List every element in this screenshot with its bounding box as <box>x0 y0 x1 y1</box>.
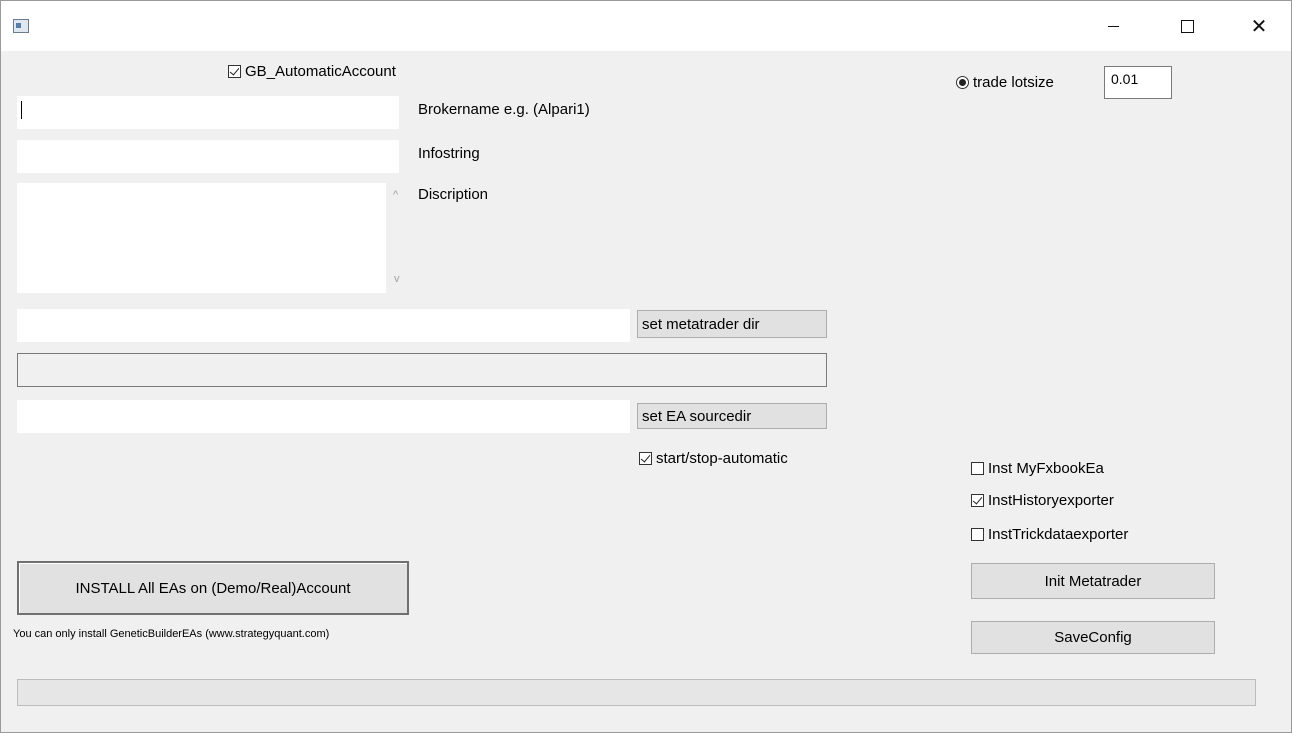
inst-historyexporter-label: InstHistoryexporter <box>988 492 1114 509</box>
start-stop-automatic-checkbox[interactable]: start/stop-automatic <box>639 450 788 467</box>
minimize-button[interactable] <box>1090 1 1136 51</box>
inst-trickdataexporter-label: InstTrickdataexporter <box>988 526 1129 543</box>
close-icon: ✕ <box>1250 15 1268 38</box>
infostring-input[interactable] <box>17 140 399 173</box>
app-icon <box>13 19 29 33</box>
trade-lotsize-radio[interactable]: trade lotsize <box>956 74 1054 91</box>
install-all-eas-button[interactable]: INSTALL All EAs on (Demo/Real)Account <box>17 561 409 615</box>
radio-selected-icon <box>956 76 969 89</box>
automatic-account-label: GB_AutomaticAccount <box>245 63 396 80</box>
trade-lotsize-label: trade lotsize <box>973 74 1054 91</box>
maximize-button[interactable] <box>1164 1 1210 51</box>
automatic-account-checkbox[interactable]: GB_AutomaticAccount <box>228 63 396 80</box>
init-metatrader-button[interactable]: Init Metatrader <box>971 563 1215 599</box>
scroll-down-icon[interactable]: v <box>394 273 400 285</box>
main-panel: GB_AutomaticAccount Brokername e.g. (Alp… <box>1 51 1291 732</box>
ea-sourcedir-input[interactable] <box>17 400 630 433</box>
brokername-label: Brokername e.g. (Alpari1) <box>418 101 590 118</box>
start-stop-automatic-label: start/stop-automatic <box>656 450 788 467</box>
checkbox-unchecked-icon <box>971 462 984 475</box>
path-display-field <box>17 353 827 387</box>
maximize-icon <box>1180 19 1194 33</box>
description-textarea[interactable] <box>17 183 386 293</box>
text-caret <box>21 101 22 119</box>
title-bar: ✕ <box>1 1 1291 51</box>
checkbox-unchecked-icon <box>971 528 984 541</box>
description-label: Discription <box>418 186 489 203</box>
minimize-icon <box>1107 25 1119 27</box>
infostring-label: Infostring <box>418 145 480 162</box>
checkbox-checked-icon <box>639 452 652 465</box>
app-window: ✕ GB_AutomaticAccount Brokername e.g. (A… <box>0 0 1292 733</box>
inst-trickdataexporter-checkbox[interactable]: InstTrickdataexporter <box>971 526 1128 543</box>
set-metatrader-dir-button[interactable]: set metatrader dir <box>637 310 827 338</box>
set-ea-sourcedir-button[interactable]: set EA sourcedir <box>637 403 827 429</box>
progress-bar <box>17 679 1256 706</box>
checkbox-checked-icon <box>971 494 984 507</box>
inst-myfxbook-checkbox[interactable]: Inst MyFxbookEa <box>971 460 1104 477</box>
inst-historyexporter-checkbox[interactable]: InstHistoryexporter <box>971 492 1114 509</box>
install-note: You can only install GeneticBuilderEAs (… <box>13 628 330 640</box>
close-button[interactable]: ✕ <box>1236 1 1282 51</box>
metatrader-dir-input[interactable] <box>17 309 630 342</box>
scroll-up-icon[interactable]: ^ <box>393 189 398 201</box>
checkbox-checked-icon <box>228 65 241 78</box>
brokername-input[interactable] <box>17 96 399 129</box>
inst-myfxbook-label: Inst MyFxbookEa <box>988 460 1104 477</box>
trade-lotsize-input[interactable]: 0.01 <box>1104 66 1172 99</box>
save-config-button[interactable]: SaveConfig <box>971 621 1215 654</box>
